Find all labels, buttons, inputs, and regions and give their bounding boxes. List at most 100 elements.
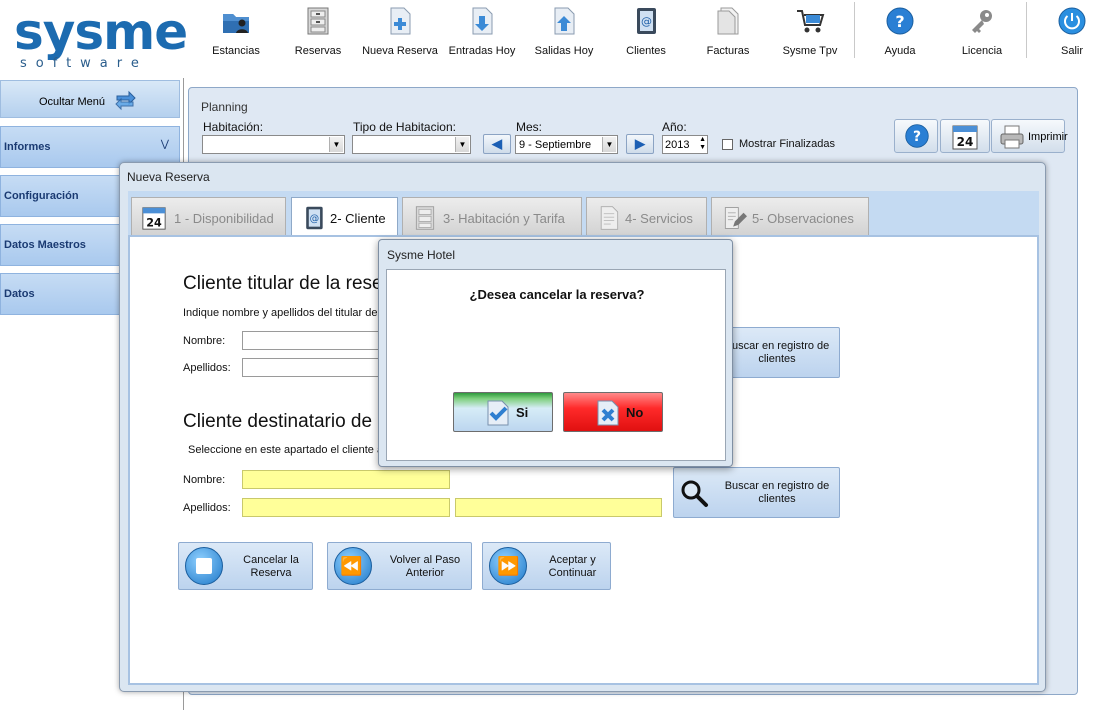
sidebar-item-label: Configuración: [4, 190, 79, 202]
invoice-icon: [717, 7, 739, 35]
destinatario-nombre-field[interactable]: [242, 470, 450, 489]
sidebar-item-label: Datos: [4, 288, 35, 300]
destinatario-apellido1-field[interactable]: [242, 498, 450, 517]
mostrar-finalizadas-label: Mostrar Finalizadas: [739, 138, 835, 150]
reserva-tabstrip: 24 1 - Disponibilidad @ 2- Cliente 3- Ha…: [128, 191, 1039, 236]
prev-month-button[interactable]: ◀: [483, 134, 511, 154]
mes-select[interactable]: 9 - Septiembre ▼: [515, 135, 618, 154]
toolbar-reservas-button[interactable]: Reservas: [278, 4, 358, 62]
tab-label: 2- Cliente: [330, 211, 386, 226]
mostrar-finalizadas-checkbox[interactable]: [722, 139, 733, 150]
svg-text:24: 24: [146, 216, 162, 229]
chevron-down-icon: ▼: [455, 137, 469, 152]
tipo-habitacion-select[interactable]: ▼: [352, 135, 471, 154]
tipo-habitacion-label: Tipo de Habitacion:: [353, 120, 456, 134]
toolbar-ayuda-label: Ayuda: [884, 45, 916, 57]
tab-label: 5- Observaciones: [752, 211, 854, 226]
back-step-button[interactable]: ⏪ Volver al Paso Anterior: [327, 542, 472, 590]
accept-continue-label: Aceptar y Continuar: [548, 554, 597, 579]
sysme-logo: sysme software: [10, 6, 190, 72]
dialog-body: ¿Desea cancelar la reserva? Si No: [386, 269, 726, 461]
titular-search-label: Buscar en registro de clientes: [724, 340, 830, 365]
titular-apellidos-label: Apellidos:: [183, 362, 231, 374]
check-document-icon: [487, 400, 509, 426]
anio-spinner[interactable]: 2013 ▲ ▼: [662, 135, 708, 154]
titular-section-title: Cliente titular de la rese: [183, 273, 383, 294]
toolbar-salidas-hoy-button[interactable]: Salidas Hoy: [524, 4, 604, 62]
stop-icon: [185, 547, 223, 585]
toolbar-ayuda-button[interactable]: ? Ayuda: [860, 4, 940, 62]
titular-nombre-label: Nombre:: [183, 335, 226, 347]
cabinet-icon: [307, 7, 329, 35]
toolbar-separator: [1026, 2, 1027, 58]
no-label: No: [626, 405, 644, 420]
destinatario-search-button[interactable]: Buscar en registro de clientes: [673, 467, 840, 518]
toolbar-estancias-label: Estancias: [212, 45, 260, 57]
calendar-icon: 24: [142, 207, 166, 230]
destinatario-section-subtitle: Seleccione en este apartado el cliente a: [188, 444, 384, 456]
tab-label: 1 - Disponibilidad: [174, 211, 274, 226]
planning-calendar-button[interactable]: 24: [940, 119, 990, 153]
print-label: Imprimir: [1028, 131, 1068, 143]
tab-observaciones[interactable]: 5- Observaciones: [711, 197, 869, 235]
habitacion-select[interactable]: ▼: [202, 135, 345, 154]
toolbar-nueva-reserva-button[interactable]: Nueva Reserva: [360, 4, 440, 62]
cabinet-icon: [415, 206, 435, 230]
chevron-down-icon: ⋁: [160, 139, 169, 150]
tab-servicios[interactable]: 4- Servicios: [586, 197, 707, 235]
mes-value: 9 - Septiembre: [519, 139, 592, 151]
back-step-label: Volver al Paso Anterior: [389, 554, 461, 579]
cancel-reservation-button[interactable]: Cancelar la Reserva: [178, 542, 313, 590]
svg-text:@: @: [641, 15, 652, 28]
no-button[interactable]: No: [563, 392, 663, 432]
svg-text:?: ?: [913, 129, 921, 145]
dialog-message: ¿Desea cancelar la reserva?: [469, 287, 645, 302]
planning-help-button[interactable]: ?: [894, 119, 938, 153]
next-month-button[interactable]: ▶: [626, 134, 654, 154]
document-in-icon: [472, 7, 493, 35]
toolbar-reservas-label: Reservas: [294, 45, 342, 57]
toolbar-entradas-hoy-button[interactable]: Entradas Hoy: [442, 4, 522, 62]
sidebar-item-label: Informes: [4, 141, 51, 153]
toolbar-licencia-label: Licencia: [961, 45, 1003, 57]
hide-menu-label: Ocultar Menú: [39, 96, 106, 108]
toolbar-licencia-button[interactable]: Licencia: [942, 4, 1022, 62]
address-book-icon: @: [306, 206, 323, 230]
logo-subtext: software: [20, 56, 148, 71]
destinatario-apellido2-field[interactable]: [455, 498, 662, 517]
hide-menu-button[interactable]: Ocultar Menú: [0, 80, 180, 118]
toolbar-sysme-tpv-button[interactable]: Sysme Tpv: [770, 4, 850, 62]
toolbar-sysme-tpv-label: Sysme Tpv: [782, 45, 838, 57]
chevron-down-icon: ▼: [602, 137, 616, 152]
destinatario-nombre-label: Nombre:: [183, 474, 226, 486]
print-button[interactable]: Imprimir: [991, 119, 1068, 153]
toolbar-facturas-label: Facturas: [706, 45, 750, 57]
tab-cliente[interactable]: @ 2- Cliente: [291, 197, 398, 236]
toolbar-facturas-button[interactable]: Facturas: [688, 4, 768, 62]
cart-icon: [797, 10, 825, 33]
toolbar-clientes-button[interactable]: @ Clientes: [606, 4, 686, 62]
magnifier-icon: [681, 480, 708, 507]
titular-nombre-field[interactable]: [242, 331, 380, 350]
toolbar-estancias-button[interactable]: Estancias: [196, 4, 276, 62]
yes-button[interactable]: Si: [453, 392, 553, 432]
anio-label: Año:: [662, 120, 687, 134]
cancel-reservation-label: Cancelar la Reserva: [243, 554, 299, 579]
document-out-icon: [554, 7, 575, 35]
printer-icon: [1000, 125, 1024, 149]
toolbar-salir-button[interactable]: Salir: [1032, 4, 1108, 62]
chevron-down-icon: ▼: [329, 137, 343, 152]
tab-disponibilidad[interactable]: 24 1 - Disponibilidad: [131, 197, 286, 235]
titular-apellidos-field[interactable]: [242, 358, 380, 377]
arrow-right-icon: ▶: [635, 136, 645, 151]
help-icon: ?: [886, 7, 914, 35]
address-book-icon: @: [637, 8, 656, 34]
folder-person-icon: [223, 14, 249, 33]
destinatario-section-title: Cliente destinatario de l: [183, 411, 382, 432]
invoice-icon: [600, 206, 619, 230]
svg-text:@: @: [310, 213, 320, 224]
key-icon: [972, 10, 992, 33]
tab-habitacion-tarifa[interactable]: 3- Habitación y Tarifa: [402, 197, 582, 235]
accept-continue-button[interactable]: ⏩ Aceptar y Continuar: [482, 542, 611, 590]
toolbar-clientes-label: Clientes: [626, 45, 666, 57]
